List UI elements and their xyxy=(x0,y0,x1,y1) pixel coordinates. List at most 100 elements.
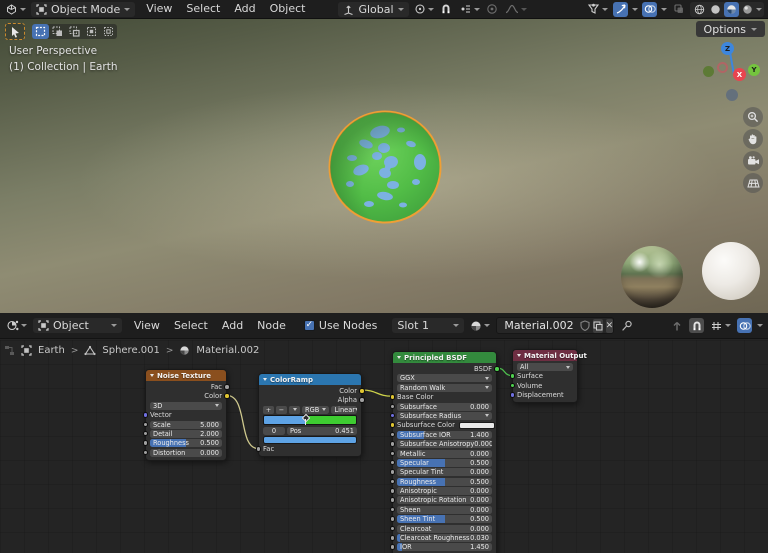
overlays-toggle-button[interactable] xyxy=(642,2,657,17)
color-mode-dropdown[interactable]: RGB xyxy=(302,406,329,414)
input-socket[interactable] xyxy=(390,469,396,475)
link-ramp-to-bsdf[interactable] xyxy=(362,390,392,396)
shading-wireframe-button[interactable] xyxy=(692,2,707,17)
input-socket[interactable] xyxy=(390,535,396,541)
param-slider[interactable]: Subsurface IOR 1.400 xyxy=(397,431,492,439)
node-header[interactable]: Noise Texture xyxy=(146,370,226,381)
menu-item[interactable]: Select xyxy=(179,0,227,18)
options-button[interactable]: Options xyxy=(696,21,765,37)
breadcrumb-mesh[interactable]: Sphere.001 xyxy=(102,345,160,356)
distribution-dropdown[interactable]: GGX xyxy=(397,374,492,382)
input-socket[interactable] xyxy=(390,544,396,550)
param-slider[interactable]: Roughness 0.500 xyxy=(397,478,492,486)
pivot-point-button[interactable] xyxy=(413,2,435,17)
gizmos-toggle-button[interactable] xyxy=(613,2,628,17)
param-slider[interactable]: Subsurface 0.000 xyxy=(397,403,492,411)
subsurface-color-swatch[interactable] xyxy=(459,422,495,429)
input-socket[interactable] xyxy=(143,431,149,437)
collapse-icon[interactable] xyxy=(397,356,401,359)
stop-index-field[interactable]: 0 xyxy=(263,427,285,435)
input-socket-vector[interactable] xyxy=(143,412,149,418)
input-socket[interactable] xyxy=(390,497,396,503)
interpolation-dropdown[interactable]: Linear xyxy=(331,406,357,414)
unlink-material-button[interactable]: ✕ xyxy=(606,319,614,333)
input-socket[interactable] xyxy=(143,422,149,428)
param-slider[interactable]: Sheen Tint 0.500 xyxy=(397,515,492,523)
toggle-perspective-button[interactable] xyxy=(743,173,763,193)
param-slider[interactable]: Anisotropic Rotation 0.000 xyxy=(397,496,492,504)
breadcrumb-material[interactable]: Material.002 xyxy=(196,345,259,356)
ramp-options-button[interactable] xyxy=(289,406,300,414)
node-header[interactable]: ColorRamp xyxy=(259,374,361,385)
param-slider[interactable]: Scale 5.000 xyxy=(150,421,222,429)
duplicate-material-button[interactable] xyxy=(593,319,603,333)
node-header[interactable]: Principled BSDF xyxy=(393,352,496,363)
param-slider[interactable]: Metallic 0.000 xyxy=(397,450,492,458)
select-box-invert-button[interactable] xyxy=(83,24,100,39)
menu-item[interactable]: View xyxy=(139,0,179,18)
menu-item[interactable]: Add xyxy=(227,0,262,18)
stop-position-field[interactable]: Pos 0.451 xyxy=(287,427,357,435)
input-socket-subsurface-color[interactable] xyxy=(390,422,396,428)
node-noise-texture[interactable]: Noise Texture Fac Color 3D xyxy=(145,369,227,461)
input-socket[interactable] xyxy=(143,450,149,456)
gizmo-axis-neg-y[interactable] xyxy=(703,66,714,77)
link-noise-to-ramp[interactable] xyxy=(227,396,258,449)
chevron-down-icon[interactable] xyxy=(632,8,638,11)
add-stop-button[interactable]: + xyxy=(263,406,274,414)
camera-view-button[interactable] xyxy=(743,151,763,171)
collapse-icon[interactable] xyxy=(517,354,521,357)
param-slider[interactable]: Distortion 0.000 xyxy=(150,449,222,457)
select-box-subtract-button[interactable] xyxy=(66,24,83,39)
editor-type-button[interactable] xyxy=(4,2,27,17)
node-material-output[interactable]: Material Output All Surface xyxy=(512,349,578,403)
menu-item[interactable]: Add xyxy=(215,317,250,335)
mode-dropdown[interactable]: Object Mode xyxy=(31,2,135,17)
dimensions-dropdown[interactable]: 3D xyxy=(150,402,222,410)
input-socket[interactable] xyxy=(390,441,396,447)
input-socket[interactable] xyxy=(390,404,396,410)
chevron-down-icon[interactable] xyxy=(757,324,763,327)
breadcrumb-object[interactable]: Earth xyxy=(38,345,65,356)
use-nodes-checkbox[interactable]: ✓ xyxy=(304,320,315,331)
transform-orientation-dropdown[interactable]: Global xyxy=(338,2,408,17)
select-box-intersect-button[interactable] xyxy=(100,24,117,39)
output-socket-color[interactable] xyxy=(359,388,365,394)
proportional-editing-button[interactable] xyxy=(485,2,500,17)
input-socket[interactable] xyxy=(390,432,396,438)
node-snap-target-button[interactable] xyxy=(709,318,732,333)
input-socket[interactable] xyxy=(390,516,396,522)
editor-type-button[interactable] xyxy=(5,318,28,333)
stop-color-swatch[interactable] xyxy=(263,436,357,444)
input-socket[interactable] xyxy=(390,451,396,457)
node-snap-toggle-button[interactable] xyxy=(689,318,704,333)
input-socket-base-color[interactable] xyxy=(390,394,396,400)
shader-type-dropdown[interactable]: Object xyxy=(33,318,122,333)
fake-user-button[interactable] xyxy=(580,319,590,333)
color-ramp-gradient[interactable] xyxy=(263,415,357,425)
param-slider[interactable]: IOR 1.450 xyxy=(397,543,492,551)
snap-toggle-button[interactable] xyxy=(439,2,454,17)
output-socket-color[interactable] xyxy=(224,393,230,399)
proportional-falloff-button[interactable] xyxy=(504,2,528,17)
input-socket[interactable] xyxy=(390,479,396,485)
shading-rendered-button[interactable] xyxy=(740,2,755,17)
select-box-set-button[interactable] xyxy=(32,24,49,39)
param-slider[interactable]: Clearcoat Roughness 0.030 xyxy=(397,534,492,542)
input-socket-surface[interactable] xyxy=(510,373,516,379)
gizmo-axis-neg-z[interactable] xyxy=(726,89,738,101)
param-slider[interactable]: Specular Tint 0.000 xyxy=(397,468,492,476)
input-socket[interactable] xyxy=(390,488,396,494)
earth-sphere-object[interactable] xyxy=(328,110,442,224)
pin-button[interactable] xyxy=(619,318,634,333)
input-socket-subsurface-radius[interactable] xyxy=(390,413,396,419)
gizmo-axis-x[interactable]: X xyxy=(733,68,746,81)
input-socket[interactable] xyxy=(390,507,396,513)
pan-button[interactable] xyxy=(743,129,763,149)
material-name-field[interactable]: Material.002 ✕ xyxy=(496,317,614,334)
chevron-down-icon[interactable] xyxy=(756,8,762,11)
object-visibility-filter-button[interactable] xyxy=(586,2,609,17)
select-box-extend-button[interactable] xyxy=(49,24,66,39)
remove-stop-button[interactable]: − xyxy=(276,406,287,414)
collapse-icon[interactable] xyxy=(150,374,154,377)
